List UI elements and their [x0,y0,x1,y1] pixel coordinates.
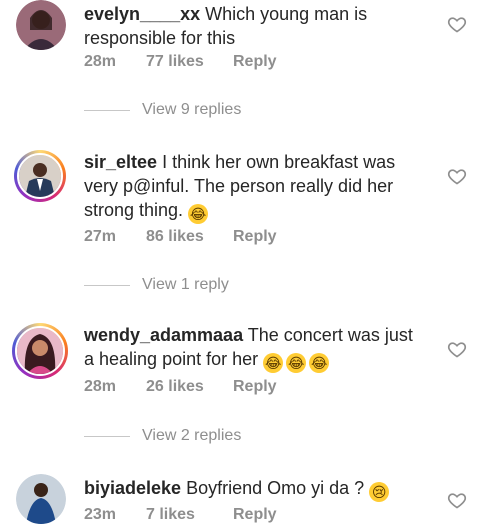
reply-button[interactable]: Reply [233,228,277,246]
comment-meta: 27m 86 likes Reply [84,228,277,246]
username[interactable]: evelyn____xx [84,4,200,24]
laughing-emoji-icon: 😂 [309,353,330,373]
replies-divider [84,109,130,111]
comment-meta: 23m 7 likes Reply [84,506,277,524]
comment-text: sir_eltee I think her own breakfast was … [84,150,414,224]
reply-button[interactable]: Reply [233,53,277,71]
reply-button[interactable]: Reply [233,378,277,396]
likes-count[interactable]: 86 likes [146,228,233,246]
comment-meta: 28m 26 likes Reply [84,378,277,396]
view-replies-label[interactable]: View 1 reply [142,276,229,294]
reply-button[interactable]: Reply [233,506,277,524]
avatar[interactable] [16,474,66,524]
comment-body: Boyfriend Omo yi da ? [181,478,370,498]
likes-count[interactable]: 7 likes [146,506,233,524]
view-replies-label[interactable]: View 9 replies [142,101,241,119]
avatar[interactable] [12,323,68,379]
heart-icon[interactable] [447,14,467,34]
username[interactable]: biyiadeleke [84,478,181,498]
replies-divider [84,284,130,286]
view-replies[interactable]: View 2 replies [84,427,241,445]
timestamp: 27m [84,228,117,245]
laughing-emoji-icon: 😂 [286,353,307,373]
comment-text: evelyn____xx Which young man is responsi… [84,2,414,50]
comment-meta: 28m 77 likes Reply [84,53,277,71]
avatar[interactable] [14,150,66,202]
view-replies[interactable]: View 1 reply [84,276,229,294]
username[interactable]: sir_eltee [84,152,157,172]
view-replies[interactable]: View 9 replies [84,101,241,119]
likes-count[interactable]: 26 likes [146,378,233,396]
avatar[interactable] [16,0,66,50]
username[interactable]: wendy_adammaaa [84,325,243,345]
laughing-emoji-icon: 😂 [188,204,209,224]
laughing-emoji-icon: 😂 [263,353,284,373]
replies-divider [84,435,130,437]
timestamp: 23m [84,506,117,523]
timestamp: 28m [84,378,117,395]
heart-icon[interactable] [447,490,467,510]
view-replies-label[interactable]: View 2 replies [142,427,241,445]
heart-icon[interactable] [447,166,467,186]
heart-icon[interactable] [447,339,467,359]
likes-count[interactable]: 77 likes [146,53,233,71]
timestamp: 28m [84,53,117,70]
comment-text: biyiadeleke Boyfriend Omo yi da ? 😢 [84,476,414,502]
crying-emoji-icon: 😢 [369,482,390,502]
comment-text: wendy_adammaaa The concert was just a he… [84,323,414,373]
